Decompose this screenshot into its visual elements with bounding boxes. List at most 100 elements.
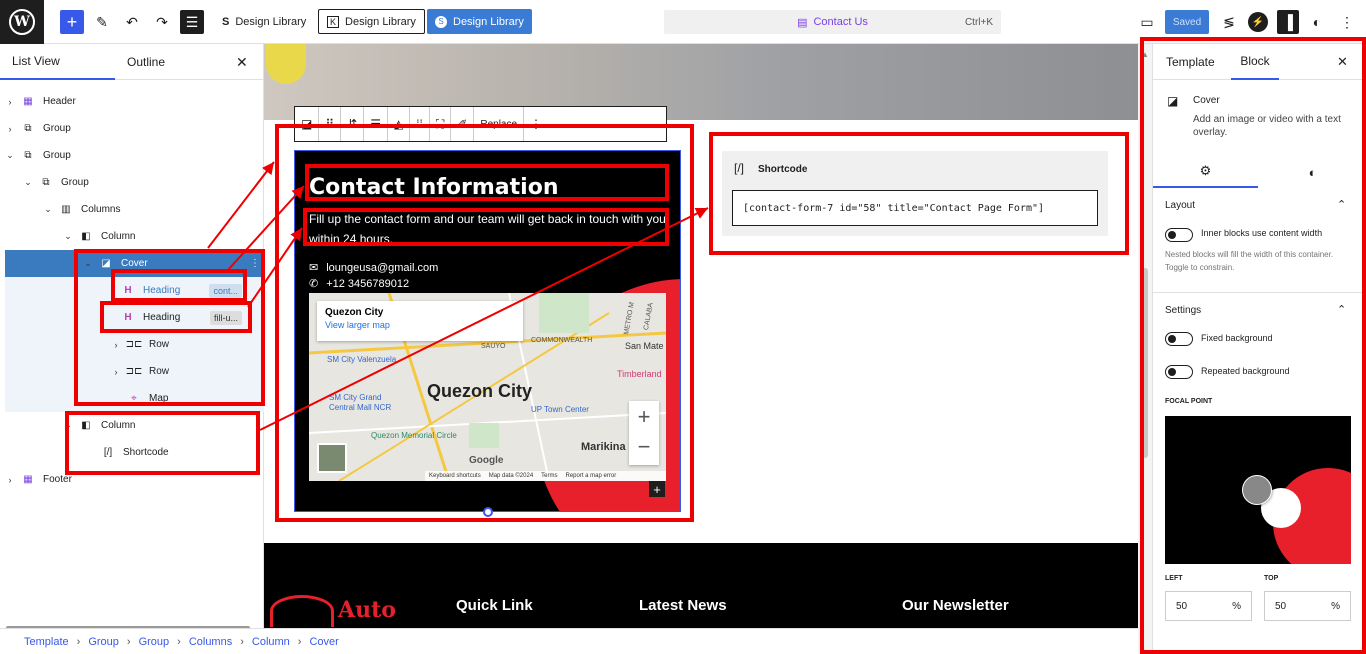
tree-item-header[interactable]: › ▦ Header (5, 88, 264, 115)
tree-item-footer[interactable]: › ▦ Footer (5, 466, 264, 493)
email-row: ✉ loungeusa@gmail.com (309, 261, 439, 275)
tree-item-shortcode[interactable]: [/] Shortcode (5, 439, 264, 466)
document-overview-button[interactable]: ☰ (180, 10, 204, 34)
map-city-label: Quezon City (427, 381, 533, 401)
tab-block[interactable]: Block (1231, 44, 1279, 80)
replace-button[interactable]: Replace (474, 107, 525, 141)
page-icon: ▤ (797, 16, 808, 29)
overlay-color-icon[interactable]: ◭ (388, 107, 411, 141)
options-menu-icon[interactable]: ⋮ (1338, 10, 1356, 34)
tree-item-group[interactable]: › ⧉ Group (5, 115, 264, 142)
shortcode-input[interactable]: [contact-form-7 id="58" title="Contact P… (732, 190, 1098, 226)
desktop-preview-icon[interactable]: ▭ (1138, 10, 1156, 34)
tab-list-view[interactable]: List View (0, 44, 115, 80)
inner-blocks-toggle[interactable] (1165, 228, 1193, 242)
settings-gear-icon[interactable]: ⚙ (1153, 156, 1258, 188)
move-arrows-icon[interactable]: ⇵ (341, 107, 365, 141)
repeated-background-toggle[interactable] (1165, 365, 1193, 379)
settings-title[interactable]: Settings (1165, 305, 1201, 316)
scroll-up-icon[interactable]: ▲ (1141, 50, 1149, 59)
spectra-logo-icon[interactable]: ⚡ (1248, 12, 1268, 32)
more-options-icon[interactable]: ⋮ (524, 107, 548, 141)
auto-logo-icon (270, 595, 334, 627)
tree-item-column[interactable]: ⌄ ◧ Column (5, 412, 264, 439)
add-block-button[interactable]: + (60, 10, 84, 34)
zoom-in-button[interactable]: + (629, 401, 659, 433)
tree-item-heading[interactable]: H Heading fill-u... (5, 304, 264, 331)
styles-icon[interactable]: ◐ (1258, 156, 1366, 188)
focal-left-input[interactable]: 50% (1165, 591, 1252, 621)
cover-icon[interactable]: ◪ (295, 107, 320, 141)
stackable-icon[interactable]: ≶ (1220, 10, 1238, 34)
tree-item-row[interactable]: › ⊐⊏ Row (5, 358, 264, 385)
layout-title[interactable]: Layout (1165, 200, 1195, 211)
contact-heading[interactable]: Contact Information (309, 175, 559, 200)
full-height-icon[interactable]: ⛶ (430, 107, 452, 141)
contact-description[interactable]: Fill up the contact form and our team wi… (309, 209, 669, 249)
breadcrumb-item[interactable]: Template (24, 636, 69, 648)
google-map[interactable]: SM City Valenzuela SM City Grand Central… (309, 293, 666, 481)
design-library-button-1[interactable]: S Design Library (214, 9, 314, 34)
shortcode-icon: [/] (103, 447, 113, 458)
breadcrumb-item[interactable]: Cover (309, 636, 338, 648)
focal-point-label: FOCAL POINT (1165, 398, 1213, 405)
tree-item-cover[interactable]: ⌄ ◪ Cover ⋮ (5, 250, 264, 277)
drag-handle-icon[interactable]: ⠿ (319, 107, 342, 141)
design-library-button-2[interactable]: K Design Library (318, 9, 425, 34)
breadcrumb-item[interactable]: Columns (189, 636, 232, 648)
fixed-background-label: Fixed background (1201, 333, 1273, 343)
tree-item-group[interactable]: ⌄ ⧉ Group (5, 142, 264, 169)
focal-point-handle[interactable] (1242, 475, 1272, 505)
close-icon[interactable]: ✕ (1337, 44, 1348, 80)
add-block-inline-button[interactable]: + (649, 481, 665, 497)
tree-item-column[interactable]: ⌄ ◧ Column (5, 223, 264, 250)
shortcode-block[interactable]: [/] Shortcode [contact-form-7 id="58" ti… (722, 151, 1108, 236)
pencil-icon[interactable]: ✎ (92, 10, 112, 34)
tree-item-heading[interactable]: H Heading cont... (5, 277, 264, 304)
wordpress-logo-icon[interactable]: W (0, 0, 44, 44)
canvas-scrollbar[interactable]: ▲ (1138, 44, 1152, 654)
separator-icon: › (126, 635, 131, 648)
tree-item-group[interactable]: ⌄ ⧉ Group (5, 169, 264, 196)
chevron-up-icon[interactable]: ⌃ (1337, 303, 1346, 316)
chevron-up-icon[interactable]: ⌃ (1337, 198, 1346, 211)
tree-item-columns[interactable]: ⌄ ▥ Columns (5, 196, 264, 223)
breadcrumb-item[interactable]: Column (252, 636, 290, 648)
breadcrumb-item[interactable]: Group (139, 636, 170, 648)
tab-outline[interactable]: Outline (127, 44, 165, 80)
command-palette[interactable]: ▤ Contact Us Ctrl+K (664, 10, 1001, 34)
saved-button[interactable]: Saved (1165, 10, 1209, 34)
chevron-down-icon: ⌄ (64, 231, 72, 241)
styles-icon[interactable]: ◐ (1308, 10, 1326, 34)
zoom-out-button[interactable]: − (629, 433, 659, 465)
redo-icon[interactable]: ↷ (152, 10, 172, 34)
column-icon: ◧ (81, 420, 91, 431)
tree-item-map[interactable]: ⌖ Map (5, 385, 264, 412)
focal-top-input[interactable]: 50% (1264, 591, 1351, 621)
separator-icon: › (297, 635, 302, 648)
satellite-toggle[interactable] (317, 443, 347, 473)
tree-item-row[interactable]: › ⊐⊏ Row (5, 331, 264, 358)
eraser-icon[interactable]: ✐ (451, 107, 475, 141)
list-view-panel: List View Outline ✕ › ▦ Header › ⧉ Group ⌄ ⧉ G… (0, 44, 264, 630)
tab-template[interactable]: Template (1166, 44, 1215, 80)
cover-block[interactable]: Contact Information Fill up the contact … (294, 150, 681, 512)
repeated-background-label: Repeated background (1201, 366, 1290, 376)
footer-heading: Latest News (639, 597, 727, 614)
breadcrumb-item[interactable]: Group (88, 636, 119, 648)
shortcode-title: Shortcode (758, 164, 808, 175)
settings-sidebar-icon[interactable]: ▐ (1277, 10, 1299, 34)
close-icon[interactable]: ✕ (236, 44, 248, 80)
undo-icon[interactable]: ↶ (122, 10, 142, 34)
focal-point-picker[interactable] (1165, 416, 1351, 564)
row-icon: ⊐⊏ (125, 339, 143, 350)
more-options-icon[interactable]: ⋮ (250, 258, 260, 269)
fixed-background-toggle[interactable] (1165, 332, 1193, 346)
scrollbar-thumb[interactable] (1142, 268, 1148, 458)
content-position-icon[interactable]: ⁞⁞ (410, 107, 430, 141)
design-library-button-3[interactable]: S Design Library (427, 9, 532, 34)
view-larger-map-link[interactable]: View larger map (325, 320, 515, 330)
chevron-down-icon: ⌄ (44, 204, 52, 214)
align-icon[interactable]: ☰ (364, 107, 388, 141)
resize-handle[interactable] (483, 507, 493, 517)
